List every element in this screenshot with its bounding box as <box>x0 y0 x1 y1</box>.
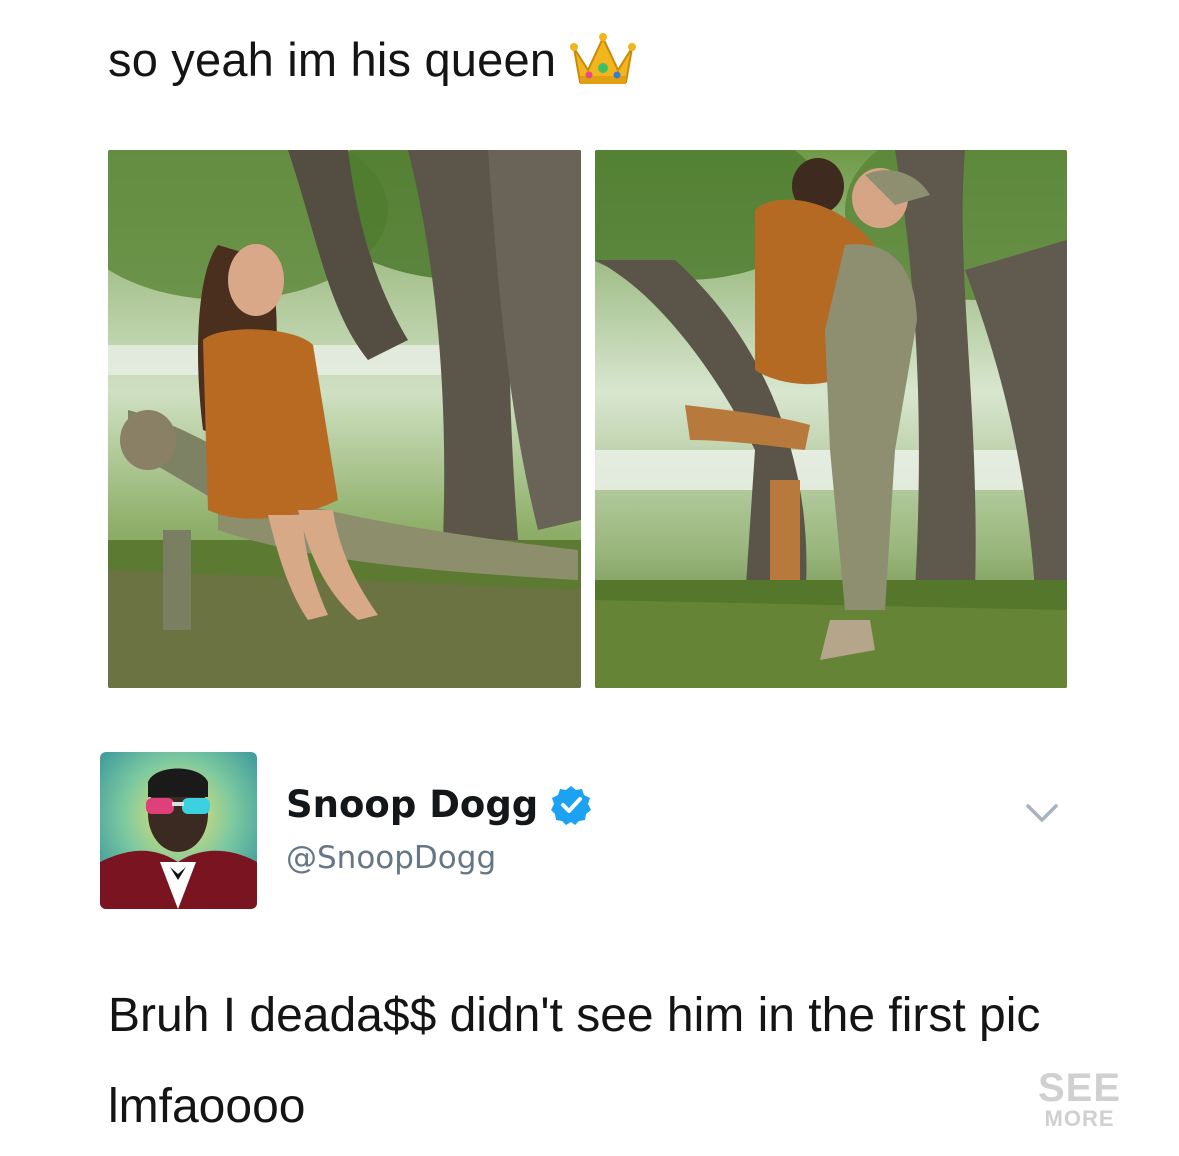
watermark-line1: SEE <box>1038 1066 1122 1110</box>
couple-photo-right-image <box>595 150 1067 688</box>
photo-left[interactable] <box>108 150 581 688</box>
profile-picture-image <box>100 752 257 909</box>
caption-text: so yeah im his queen <box>108 32 557 86</box>
see-more-watermark: SEE MORE <box>1038 1068 1121 1130</box>
watermark-line2: MORE <box>1044 1106 1115 1131</box>
chevron-down-icon[interactable] <box>1022 800 1062 826</box>
avatar[interactable] <box>100 752 257 909</box>
tweet-author[interactable]: Snoop Dogg <box>286 783 592 826</box>
tweet-handle[interactable]: @SnoopDogg <box>286 840 496 876</box>
verified-badge-icon <box>550 784 592 826</box>
post-caption: so yeah im his queen <box>108 30 637 88</box>
tweet-text: Bruh I deada$$ didn't see him in the fir… <box>108 989 1041 1133</box>
couple-photo-left-image <box>108 150 581 688</box>
crown-icon <box>570 30 637 88</box>
display-name[interactable]: Snoop Dogg <box>286 783 538 826</box>
photo-right[interactable] <box>595 150 1067 688</box>
